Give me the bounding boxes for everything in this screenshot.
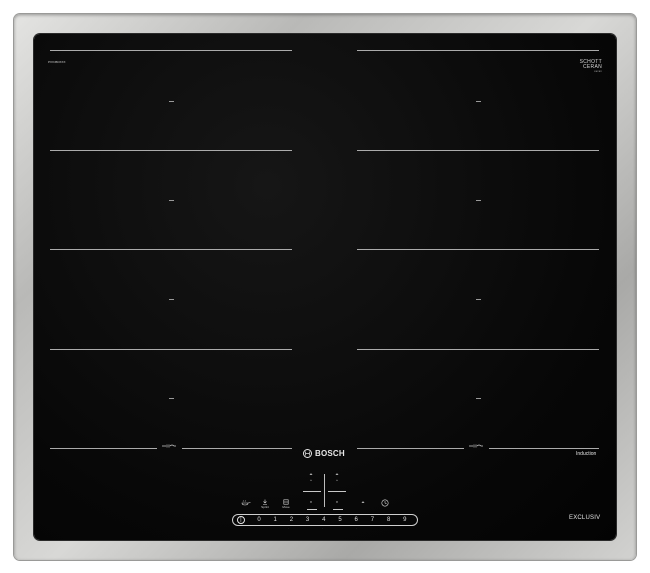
right-zone-bottom-border-b [489, 448, 599, 449]
left-up-button[interactable]: ^ [306, 479, 316, 483]
glass-mark-label: ceran [594, 70, 602, 73]
right-zone-bottom-border-a [357, 448, 464, 449]
power-level-5[interactable]: 5 [332, 517, 348, 523]
move-label: Move [282, 505, 290, 509]
power-button[interactable]: | [237, 516, 245, 524]
power-level-1[interactable]: 1 [267, 517, 283, 523]
power-level-9[interactable]: 9 [397, 517, 413, 523]
power-level-3[interactable]: 3 [300, 517, 316, 523]
slider-mark-1: · [288, 527, 289, 530]
ceramic-glass-surface [34, 34, 616, 540]
power-level-8[interactable]: 8 [381, 517, 397, 523]
right-zone-4-mark[interactable] [476, 398, 481, 399]
child-lock-label[interactable]: ◂▸ [357, 501, 369, 504]
bosch-armature-icon [303, 448, 312, 458]
right-dash-line [328, 491, 346, 492]
center-divider [324, 474, 325, 507]
power-level-4[interactable]: 4 [316, 517, 332, 523]
left-zone-2-mark[interactable] [169, 200, 174, 201]
left-zone-select-label: ◂▸ [309, 472, 313, 476]
right-zone-3-divider [357, 349, 599, 350]
power-level-slider[interactable]: | 0 1 2 3 4 5 6 7 8 9 [232, 514, 418, 526]
slider-tick-marks: · · · [232, 527, 418, 531]
pan-icon[interactable] [241, 500, 251, 506]
left-zone-bottom-border-a [50, 448, 157, 449]
right-zone-2-divider [357, 249, 599, 250]
left-zone-3-mark[interactable] [169, 299, 174, 300]
power-icon: | [240, 516, 242, 523]
right-zone-1-mark[interactable] [476, 101, 481, 102]
left-zone-2-divider [50, 249, 292, 250]
right-down-button[interactable]: v [332, 500, 342, 504]
series-label: EXCLUSIV [569, 515, 601, 521]
right-minus-mark[interactable] [333, 509, 343, 510]
left-zone-1-divider [50, 150, 292, 151]
brand-logo: BOSCH [303, 447, 345, 459]
left-zone-bottom-border-b [182, 448, 292, 449]
right-zone-3-mark[interactable] [476, 299, 481, 300]
clock-icon[interactable] [381, 499, 389, 507]
left-zone-4-mark[interactable] [169, 398, 174, 399]
schott-ceran-logo: SCHOTT CERAN ceran [572, 60, 602, 74]
left-down-button[interactable]: v [306, 500, 316, 504]
left-flex-bridge-icon [162, 444, 176, 448]
power-level-7[interactable]: 7 [364, 517, 380, 523]
right-zone-select-label: ◂▸ [335, 472, 339, 476]
slider-mark-3: · [356, 527, 357, 530]
left-zone-3-divider [50, 349, 292, 350]
slider-mark-2: · [322, 527, 323, 530]
right-flex-bridge-icon [469, 444, 483, 448]
right-zone-1-divider [357, 150, 599, 151]
right-zone-top-border [357, 50, 599, 51]
sprint-label: Sprint [261, 505, 269, 509]
left-minus-mark[interactable] [307, 509, 317, 510]
left-zone-top-border [50, 50, 292, 51]
power-level-6[interactable]: 6 [348, 517, 364, 523]
brand-name: BOSCH [315, 448, 345, 458]
left-dash-line [303, 491, 321, 492]
power-level-0[interactable]: 0 [251, 517, 267, 523]
induction-label: Induction [576, 451, 597, 457]
model-label: PXX45DXXX [48, 60, 66, 64]
left-zone-1-mark[interactable] [169, 101, 174, 102]
power-level-2[interactable]: 2 [283, 517, 299, 523]
right-up-button[interactable]: ^ [332, 479, 342, 483]
right-zone-2-mark[interactable] [476, 200, 481, 201]
